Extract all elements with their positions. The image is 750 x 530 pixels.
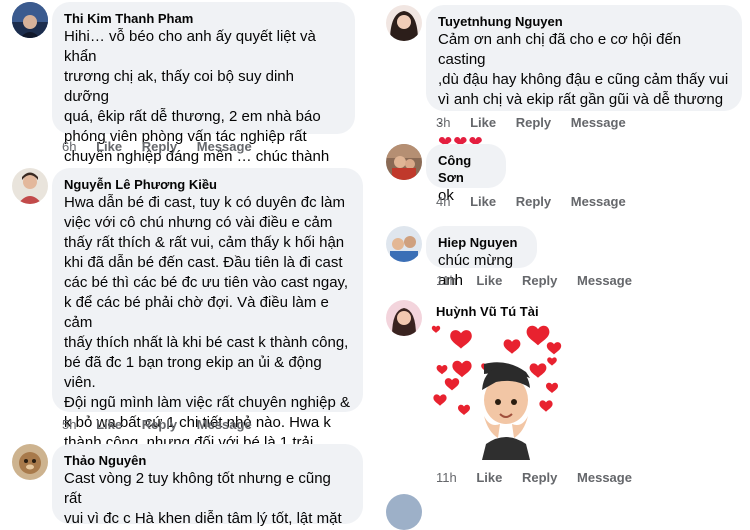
comment-bubble: Tuyetnhung Nguyen Cảm ơn anh chị đã cho … xyxy=(426,5,742,152)
comment-time: 6h xyxy=(62,139,77,154)
comment-bubble: Thảo Nguyên Cast vòng 2 tuy không tốt nh… xyxy=(52,444,363,527)
comment-time: 4h xyxy=(436,194,451,209)
comment-author[interactable]: Huỳnh Vũ Tú Tài xyxy=(436,304,539,319)
like-button[interactable]: Like xyxy=(470,194,496,209)
comment-time: 3h xyxy=(436,115,451,130)
avatar[interactable] xyxy=(12,444,48,480)
reply-button[interactable]: Reply xyxy=(142,417,177,432)
reply-button[interactable]: Reply xyxy=(522,470,557,485)
reply-button[interactable]: Reply xyxy=(516,194,551,209)
comment-actions: 11h Like Reply Message xyxy=(436,273,648,288)
comment-bubble: Nguyễn Lê Phương Kiều Hwa dẫn bé đi cast… xyxy=(52,168,363,471)
comment-author[interactable]: Nguyễn Lê Phương Kiều xyxy=(64,176,351,193)
comment-actions: 6h Like Reply Message xyxy=(62,139,268,154)
avatar[interactable] xyxy=(386,226,422,262)
comment-actions: 4h Like Reply Message xyxy=(436,194,642,209)
comment-author[interactable]: Thi Kim Thanh Pham xyxy=(64,10,343,27)
reply-button[interactable]: Reply xyxy=(522,273,557,288)
like-button[interactable]: Like xyxy=(476,273,502,288)
comment-time: 5h xyxy=(62,417,77,432)
comment-author[interactable]: Công Sơn xyxy=(438,152,494,186)
like-button[interactable]: Like xyxy=(96,417,122,432)
comment-text: Hihi… vỗ béo cho anh ấy quyết liệt và kh… xyxy=(64,28,330,185)
avatar[interactable] xyxy=(12,2,48,38)
avatar[interactable] xyxy=(12,168,48,204)
comment-author[interactable]: Tuyetnhung Nguyen xyxy=(438,13,730,30)
comment-text: Cast vòng 2 tuy không tốt nhưng e cũng r… xyxy=(64,470,342,527)
comment-author[interactable]: Thảo Nguyên xyxy=(64,452,351,469)
comment-bubble: Công Sơn ok xyxy=(426,144,506,204)
reply-button[interactable]: Reply xyxy=(516,115,551,130)
message-button[interactable]: Message xyxy=(197,139,252,154)
message-button[interactable]: Message xyxy=(571,194,626,209)
avatar-sticker-icon xyxy=(431,325,562,460)
like-button[interactable]: Like xyxy=(96,139,122,154)
comment-bubble: Hiep Nguyen chúc mừng anh xyxy=(426,226,537,289)
avatar[interactable] xyxy=(386,144,422,180)
like-button[interactable]: Like xyxy=(470,115,496,130)
comment-bubble: Thi Kim Thanh Pham Hihi… vỗ béo cho anh … xyxy=(52,2,355,185)
message-button[interactable]: Message xyxy=(571,115,626,130)
sticker-image xyxy=(426,320,566,460)
comment-actions: 5h Like Reply Message xyxy=(62,417,268,432)
message-button[interactable]: Message xyxy=(577,273,632,288)
comment-time: 11h xyxy=(436,273,457,288)
avatar[interactable] xyxy=(386,5,422,41)
message-button[interactable]: Message xyxy=(197,417,252,432)
comment-actions: 11h Like Reply Message xyxy=(436,470,648,485)
like-button[interactable]: Like xyxy=(476,470,502,485)
reply-button[interactable]: Reply xyxy=(142,139,177,154)
comment-author[interactable]: Hiep Nguyen xyxy=(438,234,525,251)
comment-time: 11h xyxy=(436,470,457,485)
comment-actions: 3h Like Reply Message xyxy=(436,115,642,130)
message-button[interactable]: Message xyxy=(577,470,632,485)
avatar[interactable] xyxy=(386,494,422,530)
avatar[interactable] xyxy=(386,300,422,336)
